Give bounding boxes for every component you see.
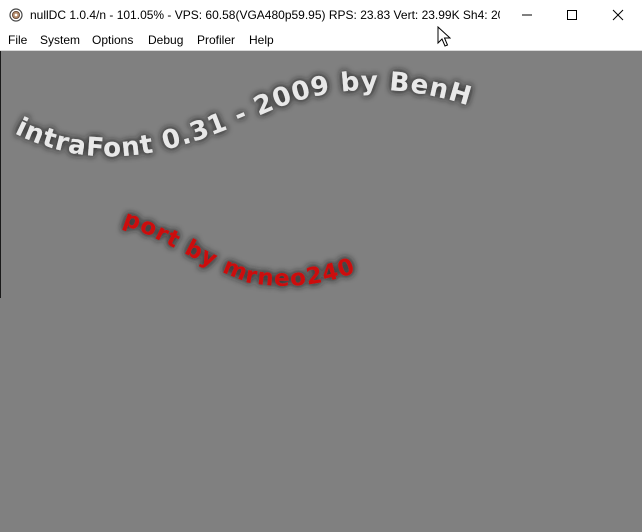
display-canvas: intraFont 0.31 - 2009 by BenHur port by … bbox=[0, 28, 476, 292]
window-edge-divider bbox=[0, 51, 1, 298]
maximize-button[interactable] bbox=[549, 0, 595, 30]
menu-help[interactable]: Help bbox=[249, 30, 274, 50]
title-bar[interactable]: nullDC 1.0.4/n - 101.05% - VPS: 60.58(VG… bbox=[0, 0, 642, 30]
mouse-cursor-icon bbox=[437, 26, 451, 47]
menu-debug[interactable]: Debug bbox=[148, 30, 183, 50]
menu-bar: File System Options Debug Profiler Help bbox=[0, 30, 642, 51]
nulldc-app-icon bbox=[9, 8, 23, 22]
emulator-display[interactable]: intraFont 0.31 - 2009 by BenHur port by … bbox=[0, 28, 642, 532]
emulator-window: nullDC 1.0.4/n - 101.05% - VPS: 60.58(VG… bbox=[0, 0, 642, 532]
port-credit-text: port by mrneo240 bbox=[120, 206, 359, 292]
maximize-icon bbox=[567, 10, 577, 20]
window-title: nullDC 1.0.4/n - 101.05% - VPS: 60.58(VG… bbox=[30, 8, 500, 22]
menu-file[interactable]: File bbox=[8, 30, 27, 50]
minimize-icon bbox=[522, 14, 532, 16]
intrafont-title-text: intraFont 0.31 - 2009 by BenHur bbox=[0, 51, 476, 164]
menu-options[interactable]: Options bbox=[92, 30, 133, 50]
close-button[interactable] bbox=[595, 0, 641, 30]
menu-system[interactable]: System bbox=[40, 30, 80, 50]
close-icon bbox=[612, 9, 624, 21]
minimize-button[interactable] bbox=[504, 0, 550, 30]
menu-profiler[interactable]: Profiler bbox=[197, 30, 235, 50]
